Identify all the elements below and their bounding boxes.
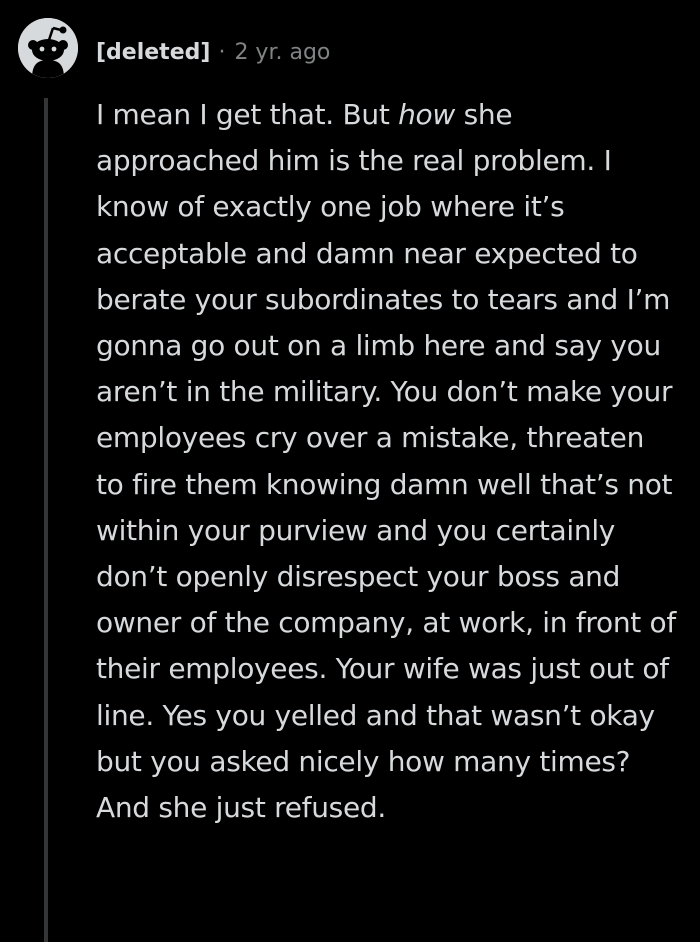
- comment-header: [deleted] · 2 yr. ago: [96, 36, 330, 68]
- comment-body: I mean I get that. But how she approache…: [96, 92, 676, 831]
- comment: [deleted] · 2 yr. ago I mean I get that.…: [0, 0, 700, 942]
- thread-collapse-line[interactable]: [44, 98, 48, 942]
- comment-timestamp[interactable]: 2 yr. ago: [234, 40, 330, 65]
- author-name[interactable]: [deleted]: [96, 40, 210, 65]
- reddit-snoo-icon: [18, 18, 78, 78]
- comment-text-part1: I mean I get that. But: [96, 98, 399, 131]
- comment-text-emphasis: how: [398, 98, 455, 131]
- comment-paragraph: I mean I get that. But how she approache…: [96, 92, 676, 831]
- comment-text-part2: she approached him is the real problem. …: [96, 98, 676, 825]
- avatar[interactable]: [18, 18, 78, 78]
- meta-separator: ·: [218, 39, 226, 65]
